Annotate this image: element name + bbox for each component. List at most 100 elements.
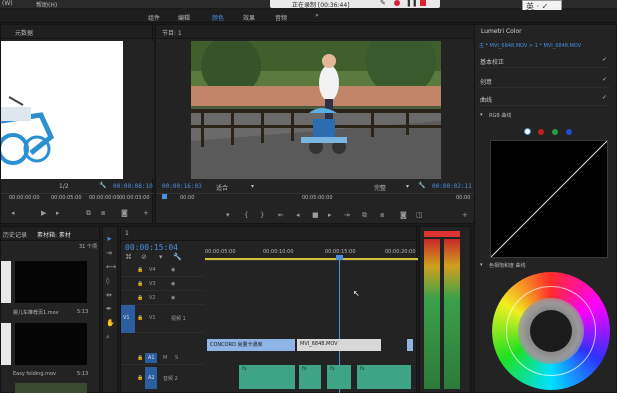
checkbox-icon[interactable]: ✓ (602, 94, 607, 101)
project-thumb[interactable] (15, 261, 87, 303)
marker-icon[interactable]: ▾ (159, 253, 163, 261)
stop-icon[interactable]: ■ (312, 211, 319, 219)
tab-history[interactable]: 历史记录 (3, 230, 27, 239)
record-icon[interactable] (394, 0, 400, 6)
chevron-down-icon[interactable]: ▾ (406, 183, 409, 190)
expand-icon[interactable]: ▾ (480, 112, 483, 118)
insert-icon[interactable]: ⧉ (86, 209, 91, 218)
eye-icon[interactable]: ◉ (171, 295, 175, 301)
checkbox-icon[interactable]: ✓ (602, 76, 607, 83)
lumetri-source[interactable]: 主 * MVI_6848.MOV > 1 * MVI_6848.MOV (479, 42, 581, 49)
source-zoom[interactable]: 1/2 (59, 183, 69, 190)
mark-in-icon[interactable]: { (244, 211, 248, 219)
workspace-editing[interactable]: 编辑 (178, 13, 190, 22)
razor-icon[interactable]: ◊ (106, 277, 109, 285)
audio-clip[interactable]: fx (239, 365, 295, 389)
tab-sequence[interactable]: 1 (125, 230, 129, 237)
slip-icon[interactable]: ⇹ (106, 291, 112, 299)
lock-icon[interactable]: 🔒 (137, 295, 143, 301)
menu-item-window[interactable]: (W) (2, 0, 13, 7)
lock-icon[interactable]: 🔒 (137, 267, 143, 273)
lock-icon[interactable]: 🔒 (137, 355, 143, 361)
lock-icon[interactable]: 🔒 (137, 315, 143, 321)
audio-clip[interactable]: fx (327, 365, 351, 389)
work-area-bar[interactable] (205, 258, 418, 260)
hue-saturation-wheel[interactable] (492, 272, 610, 390)
project-thumb[interactable] (1, 261, 11, 303)
chevron-down-icon[interactable]: ▾ (251, 183, 254, 190)
lock-icon[interactable]: 🔒 (137, 375, 143, 381)
go-to-in-icon[interactable]: ⇤ (278, 211, 284, 219)
compare-icon[interactable]: ◫ (416, 211, 423, 219)
project-item-name[interactable]: 婴儿车推荐页1.mov (13, 309, 59, 316)
add-marker-icon[interactable]: ▾ (226, 211, 230, 219)
video-clip[interactable]: MVI_6848.MOV (297, 339, 381, 351)
camera-icon[interactable]: ◙ (121, 209, 128, 217)
checkbox-icon[interactable]: ✓ (602, 56, 607, 63)
video-clip[interactable] (407, 339, 413, 351)
workspace-assembly[interactable]: 组件 (148, 13, 160, 22)
channel-white-icon[interactable] (524, 128, 531, 135)
program-quality-select[interactable]: 完整 (374, 183, 386, 192)
settings-icon[interactable]: 🔧 (173, 253, 182, 261)
go-to-out-icon[interactable]: ⇥ (344, 211, 350, 219)
lumetri-section-curves[interactable]: 曲线 ✓ (478, 92, 610, 106)
source-patch-v1[interactable]: V1 (121, 305, 135, 333)
workspace-audio[interactable]: 音频 (275, 13, 287, 22)
pen-icon[interactable]: ✒ (106, 305, 112, 313)
project-thumb[interactable] (15, 383, 87, 393)
pencil-icon[interactable]: ✎ (380, 0, 386, 7)
step-back-icon[interactable]: ◂ (296, 211, 300, 219)
audio-clip[interactable]: fx (357, 365, 411, 389)
lumetri-section-creative[interactable]: 创意 ✓ (478, 74, 610, 88)
camera-icon[interactable]: ◙ (400, 211, 407, 219)
lift-icon[interactable]: ⧉ (362, 211, 367, 220)
timeline-timecode[interactable]: 00:00:15:04 (125, 243, 178, 252)
workspace-effects[interactable]: 效果 (243, 13, 255, 22)
tab-bin[interactable]: 素材箱: 素材 (37, 230, 71, 239)
channel-green-icon[interactable] (552, 129, 558, 135)
step-back-icon[interactable]: ◂ (11, 209, 15, 217)
project-thumb[interactable] (15, 323, 87, 365)
rgb-curve[interactable] (490, 140, 608, 258)
audio-clip[interactable]: fx (299, 365, 321, 389)
wrench-icon[interactable]: 🔧 (418, 182, 425, 189)
extract-icon[interactable]: ⧈ (380, 211, 384, 220)
ripple-edit-icon[interactable]: ⟷ (106, 263, 116, 271)
overwrite-icon[interactable]: ⧈ (101, 209, 105, 218)
selection-tool-icon[interactable]: ➤ (106, 235, 112, 243)
program-playhead[interactable] (162, 194, 167, 199)
add-icon[interactable]: + (143, 209, 149, 217)
step-forward-icon[interactable]: ▸ (328, 211, 332, 219)
video-clip[interactable]: CONCORD 尚量卡通库 (207, 339, 295, 351)
snap-icon[interactable]: ⌘ (125, 253, 132, 261)
track-select-icon[interactable]: ⇥ (106, 249, 112, 257)
menu-item-help[interactable]: 帮助(H) (36, 0, 57, 9)
zoom-icon[interactable]: ⌕ (106, 333, 110, 342)
hand-icon[interactable]: ✋ (106, 319, 115, 327)
eye-icon[interactable]: ◉ (171, 267, 175, 273)
mute-icon[interactable]: M (163, 355, 167, 361)
add-icon[interactable]: + (462, 211, 468, 219)
mark-out-icon[interactable]: } (260, 211, 264, 219)
lumetri-section-basic[interactable]: 基本校正 ✓ (478, 54, 610, 68)
linked-icon[interactable]: ⊘ (141, 253, 147, 261)
program-fit-select[interactable]: 适合 (216, 183, 228, 192)
workspace-more-icon[interactable]: » (315, 12, 319, 19)
solo-icon[interactable]: S (175, 355, 178, 361)
wrench-icon[interactable]: 🔧 (99, 182, 106, 189)
channel-red-icon[interactable] (538, 129, 544, 135)
stop-icon[interactable] (420, 0, 426, 6)
project-thumb[interactable] (1, 323, 11, 365)
step-forward-icon[interactable]: ▸ (56, 209, 60, 217)
project-item-name[interactable]: Easy folding.mov (13, 371, 56, 377)
channel-blue-icon[interactable] (566, 129, 572, 135)
lock-icon[interactable]: 🔒 (137, 281, 143, 287)
expand-icon[interactable]: ▾ (480, 262, 483, 268)
tab-metadata[interactable]: 元数据 (15, 28, 33, 37)
tab-program[interactable]: 节目: 1 (162, 28, 182, 37)
play-icon[interactable]: ▶ (41, 209, 46, 217)
pause-icon[interactable]: ❚❚ (406, 0, 418, 7)
workspace-color[interactable]: 颜色 (212, 13, 224, 22)
eye-icon[interactable]: ◉ (171, 281, 175, 287)
